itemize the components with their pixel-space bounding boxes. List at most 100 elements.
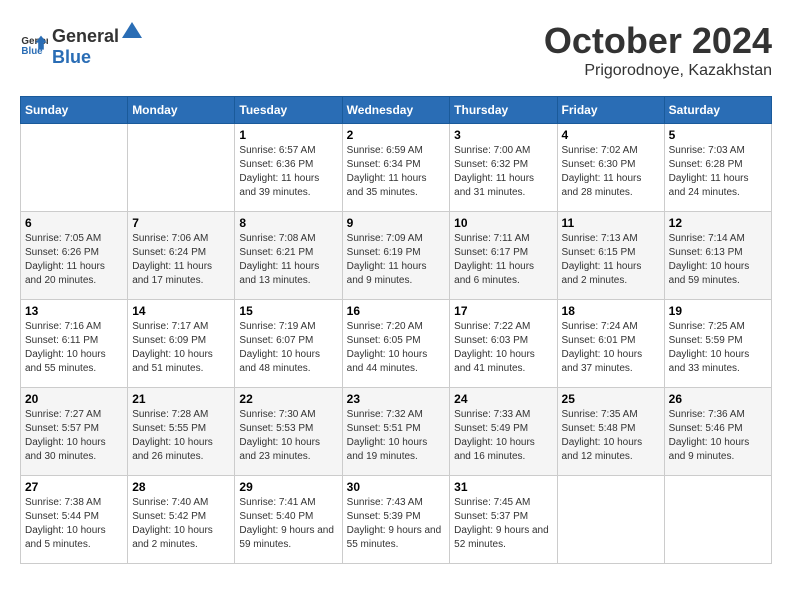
calendar-cell: 10Sunrise: 7:11 AM Sunset: 6:17 PM Dayli…: [450, 212, 557, 300]
calendar-week-row: 27 Sunrise: 7:38 AM Sunset: 5:44 PM Dayli…: [21, 476, 772, 564]
day-number: 12: [669, 216, 767, 230]
day-number: 13: [25, 304, 123, 318]
calendar-table: SundayMondayTuesdayWednesdayThursdayFrid…: [20, 96, 772, 564]
day-info: Sunrise: 7:30 AM Sunset: 5:53 PM Dayligh…: [239, 408, 337, 464]
calendar-cell: 5Sunrise: 7:03 AM Sunset: 6:28 PM Daylig…: [664, 124, 771, 212]
calendar-cell: [128, 124, 235, 212]
calendar-cell: 13 Sunrise: 7:16 AM Sunset: 6:11 PM Dayli…: [21, 300, 128, 388]
day-info: Sunrise: 7:09 AM Sunset: 6:19 PM Dayligh…: [347, 232, 446, 288]
logo: General Blue General Blue: [20, 20, 145, 68]
day-info: Sunrise: 7:28 AM Sunset: 5:55 PM Dayligh…: [132, 408, 230, 464]
day-number: 6: [25, 216, 123, 230]
day-number: 11: [562, 216, 660, 230]
day-number: 21: [132, 392, 230, 406]
calendar-cell: 17Sunrise: 7:22 AM Sunset: 6:03 PM Dayli…: [450, 300, 557, 388]
calendar-cell: 3Sunrise: 7:00 AM Sunset: 6:32 PM Daylig…: [450, 124, 557, 212]
day-info: Sunrise: 7:41 AM Sunset: 5:40 PM Dayligh…: [239, 496, 337, 552]
day-info: Sunrise: 7:27 AM Sunset: 5:57 PM Dayligh…: [25, 408, 123, 464]
day-number: 19: [669, 304, 767, 318]
day-info: Sunrise: 7:06 AM Sunset: 6:24 PM Dayligh…: [132, 232, 230, 288]
calendar-cell: 20 Sunrise: 7:27 AM Sunset: 5:57 PM Dayli…: [21, 388, 128, 476]
calendar-cell: 27 Sunrise: 7:38 AM Sunset: 5:44 PM Dayli…: [21, 476, 128, 564]
day-number: 4: [562, 128, 660, 142]
day-info: Sunrise: 7:20 AM Sunset: 6:05 PM Dayligh…: [347, 320, 446, 376]
day-info: Sunrise: 7:16 AM Sunset: 6:11 PM Dayligh…: [25, 320, 123, 376]
day-info: Sunrise: 7:43 AM Sunset: 5:39 PM Dayligh…: [347, 496, 446, 552]
calendar-cell: 19Sunrise: 7:25 AM Sunset: 5:59 PM Dayli…: [664, 300, 771, 388]
day-number: 1: [239, 128, 337, 142]
day-of-week-header: Friday: [557, 97, 664, 124]
calendar-cell: 12Sunrise: 7:14 AM Sunset: 6:13 PM Dayli…: [664, 212, 771, 300]
day-info: Sunrise: 6:57 AM Sunset: 6:36 PM Dayligh…: [239, 144, 337, 200]
day-info: Sunrise: 7:38 AM Sunset: 5:44 PM Dayligh…: [25, 496, 123, 552]
day-info: Sunrise: 7:00 AM Sunset: 6:32 PM Dayligh…: [454, 144, 552, 200]
calendar-week-row: 20 Sunrise: 7:27 AM Sunset: 5:57 PM Dayli…: [21, 388, 772, 476]
day-of-week-header: Tuesday: [235, 97, 342, 124]
day-number: 24: [454, 392, 552, 406]
day-number: 15: [239, 304, 337, 318]
day-info: Sunrise: 7:32 AM Sunset: 5:51 PM Dayligh…: [347, 408, 446, 464]
day-info: Sunrise: 7:02 AM Sunset: 6:30 PM Dayligh…: [562, 144, 660, 200]
calendar-cell: 1 Sunrise: 6:57 AM Sunset: 6:36 PM Daylig…: [235, 124, 342, 212]
calendar-cell: 21 Sunrise: 7:28 AM Sunset: 5:55 PM Dayli…: [128, 388, 235, 476]
day-of-week-header: Sunday: [21, 97, 128, 124]
logo-icon: General Blue: [20, 30, 48, 58]
day-of-week-header: Thursday: [450, 97, 557, 124]
day-info: Sunrise: 6:59 AM Sunset: 6:34 PM Dayligh…: [347, 144, 446, 200]
calendar-cell: [664, 476, 771, 564]
calendar-cell: 29Sunrise: 7:41 AM Sunset: 5:40 PM Dayli…: [235, 476, 342, 564]
day-of-week-header: Monday: [128, 97, 235, 124]
calendar-cell: 9 Sunrise: 7:09 AM Sunset: 6:19 PM Daylig…: [342, 212, 450, 300]
logo-triangle-icon: [121, 20, 143, 42]
day-number: 25: [562, 392, 660, 406]
logo-general-text: General: [52, 26, 119, 47]
day-info: Sunrise: 7:08 AM Sunset: 6:21 PM Dayligh…: [239, 232, 337, 288]
calendar-week-row: 13 Sunrise: 7:16 AM Sunset: 6:11 PM Dayli…: [21, 300, 772, 388]
calendar-cell: [557, 476, 664, 564]
calendar-cell: 26Sunrise: 7:36 AM Sunset: 5:46 PM Dayli…: [664, 388, 771, 476]
day-info: Sunrise: 7:05 AM Sunset: 6:26 PM Dayligh…: [25, 232, 123, 288]
day-info: Sunrise: 7:17 AM Sunset: 6:09 PM Dayligh…: [132, 320, 230, 376]
month-title: October 2024: [544, 20, 772, 62]
day-number: 8: [239, 216, 337, 230]
day-number: 7: [132, 216, 230, 230]
day-info: Sunrise: 7:40 AM Sunset: 5:42 PM Dayligh…: [132, 496, 230, 552]
calendar-cell: 8 Sunrise: 7:08 AM Sunset: 6:21 PM Daylig…: [235, 212, 342, 300]
day-number: 20: [25, 392, 123, 406]
page-header: General Blue General Blue October 2024 P…: [20, 20, 772, 80]
title-block: October 2024 Prigorodnoye, Kazakhstan: [544, 20, 772, 80]
calendar-cell: 11 Sunrise: 7:13 AM Sunset: 6:15 PM Dayli…: [557, 212, 664, 300]
day-number: 28: [132, 480, 230, 494]
calendar-header-row: SundayMondayTuesdayWednesdayThursdayFrid…: [21, 97, 772, 124]
svg-text:Blue: Blue: [21, 46, 43, 57]
day-number: 9: [347, 216, 446, 230]
day-info: Sunrise: 7:22 AM Sunset: 6:03 PM Dayligh…: [454, 320, 552, 376]
day-number: 10: [454, 216, 552, 230]
calendar-cell: 30Sunrise: 7:43 AM Sunset: 5:39 PM Dayli…: [342, 476, 450, 564]
calendar-cell: 2Sunrise: 6:59 AM Sunset: 6:34 PM Daylig…: [342, 124, 450, 212]
day-info: Sunrise: 7:13 AM Sunset: 6:15 PM Dayligh…: [562, 232, 660, 288]
day-info: Sunrise: 7:24 AM Sunset: 6:01 PM Dayligh…: [562, 320, 660, 376]
day-info: Sunrise: 7:35 AM Sunset: 5:48 PM Dayligh…: [562, 408, 660, 464]
calendar-cell: 7 Sunrise: 7:06 AM Sunset: 6:24 PM Daylig…: [128, 212, 235, 300]
day-info: Sunrise: 7:33 AM Sunset: 5:49 PM Dayligh…: [454, 408, 552, 464]
calendar-cell: 31Sunrise: 7:45 AM Sunset: 5:37 PM Dayli…: [450, 476, 557, 564]
calendar-week-row: 6 Sunrise: 7:05 AM Sunset: 6:26 PM Daylig…: [21, 212, 772, 300]
calendar-cell: 4 Sunrise: 7:02 AM Sunset: 6:30 PM Daylig…: [557, 124, 664, 212]
calendar-cell: 23Sunrise: 7:32 AM Sunset: 5:51 PM Dayli…: [342, 388, 450, 476]
day-number: 22: [239, 392, 337, 406]
day-number: 14: [132, 304, 230, 318]
logo-blue-text: Blue: [52, 47, 91, 67]
calendar-cell: 6 Sunrise: 7:05 AM Sunset: 6:26 PM Daylig…: [21, 212, 128, 300]
day-info: Sunrise: 7:03 AM Sunset: 6:28 PM Dayligh…: [669, 144, 767, 200]
day-number: 16: [347, 304, 446, 318]
calendar-cell: 18Sunrise: 7:24 AM Sunset: 6:01 PM Dayli…: [557, 300, 664, 388]
location-title: Prigorodnoye, Kazakhstan: [544, 62, 772, 80]
day-info: Sunrise: 7:45 AM Sunset: 5:37 PM Dayligh…: [454, 496, 552, 552]
calendar-cell: 14 Sunrise: 7:17 AM Sunset: 6:09 PM Dayli…: [128, 300, 235, 388]
calendar-week-row: 1 Sunrise: 6:57 AM Sunset: 6:36 PM Daylig…: [21, 124, 772, 212]
day-number: 27: [25, 480, 123, 494]
calendar-cell: 22 Sunrise: 7:30 AM Sunset: 5:53 PM Dayli…: [235, 388, 342, 476]
day-of-week-header: Wednesday: [342, 97, 450, 124]
calendar-cell: 16 Sunrise: 7:20 AM Sunset: 6:05 PM Dayli…: [342, 300, 450, 388]
